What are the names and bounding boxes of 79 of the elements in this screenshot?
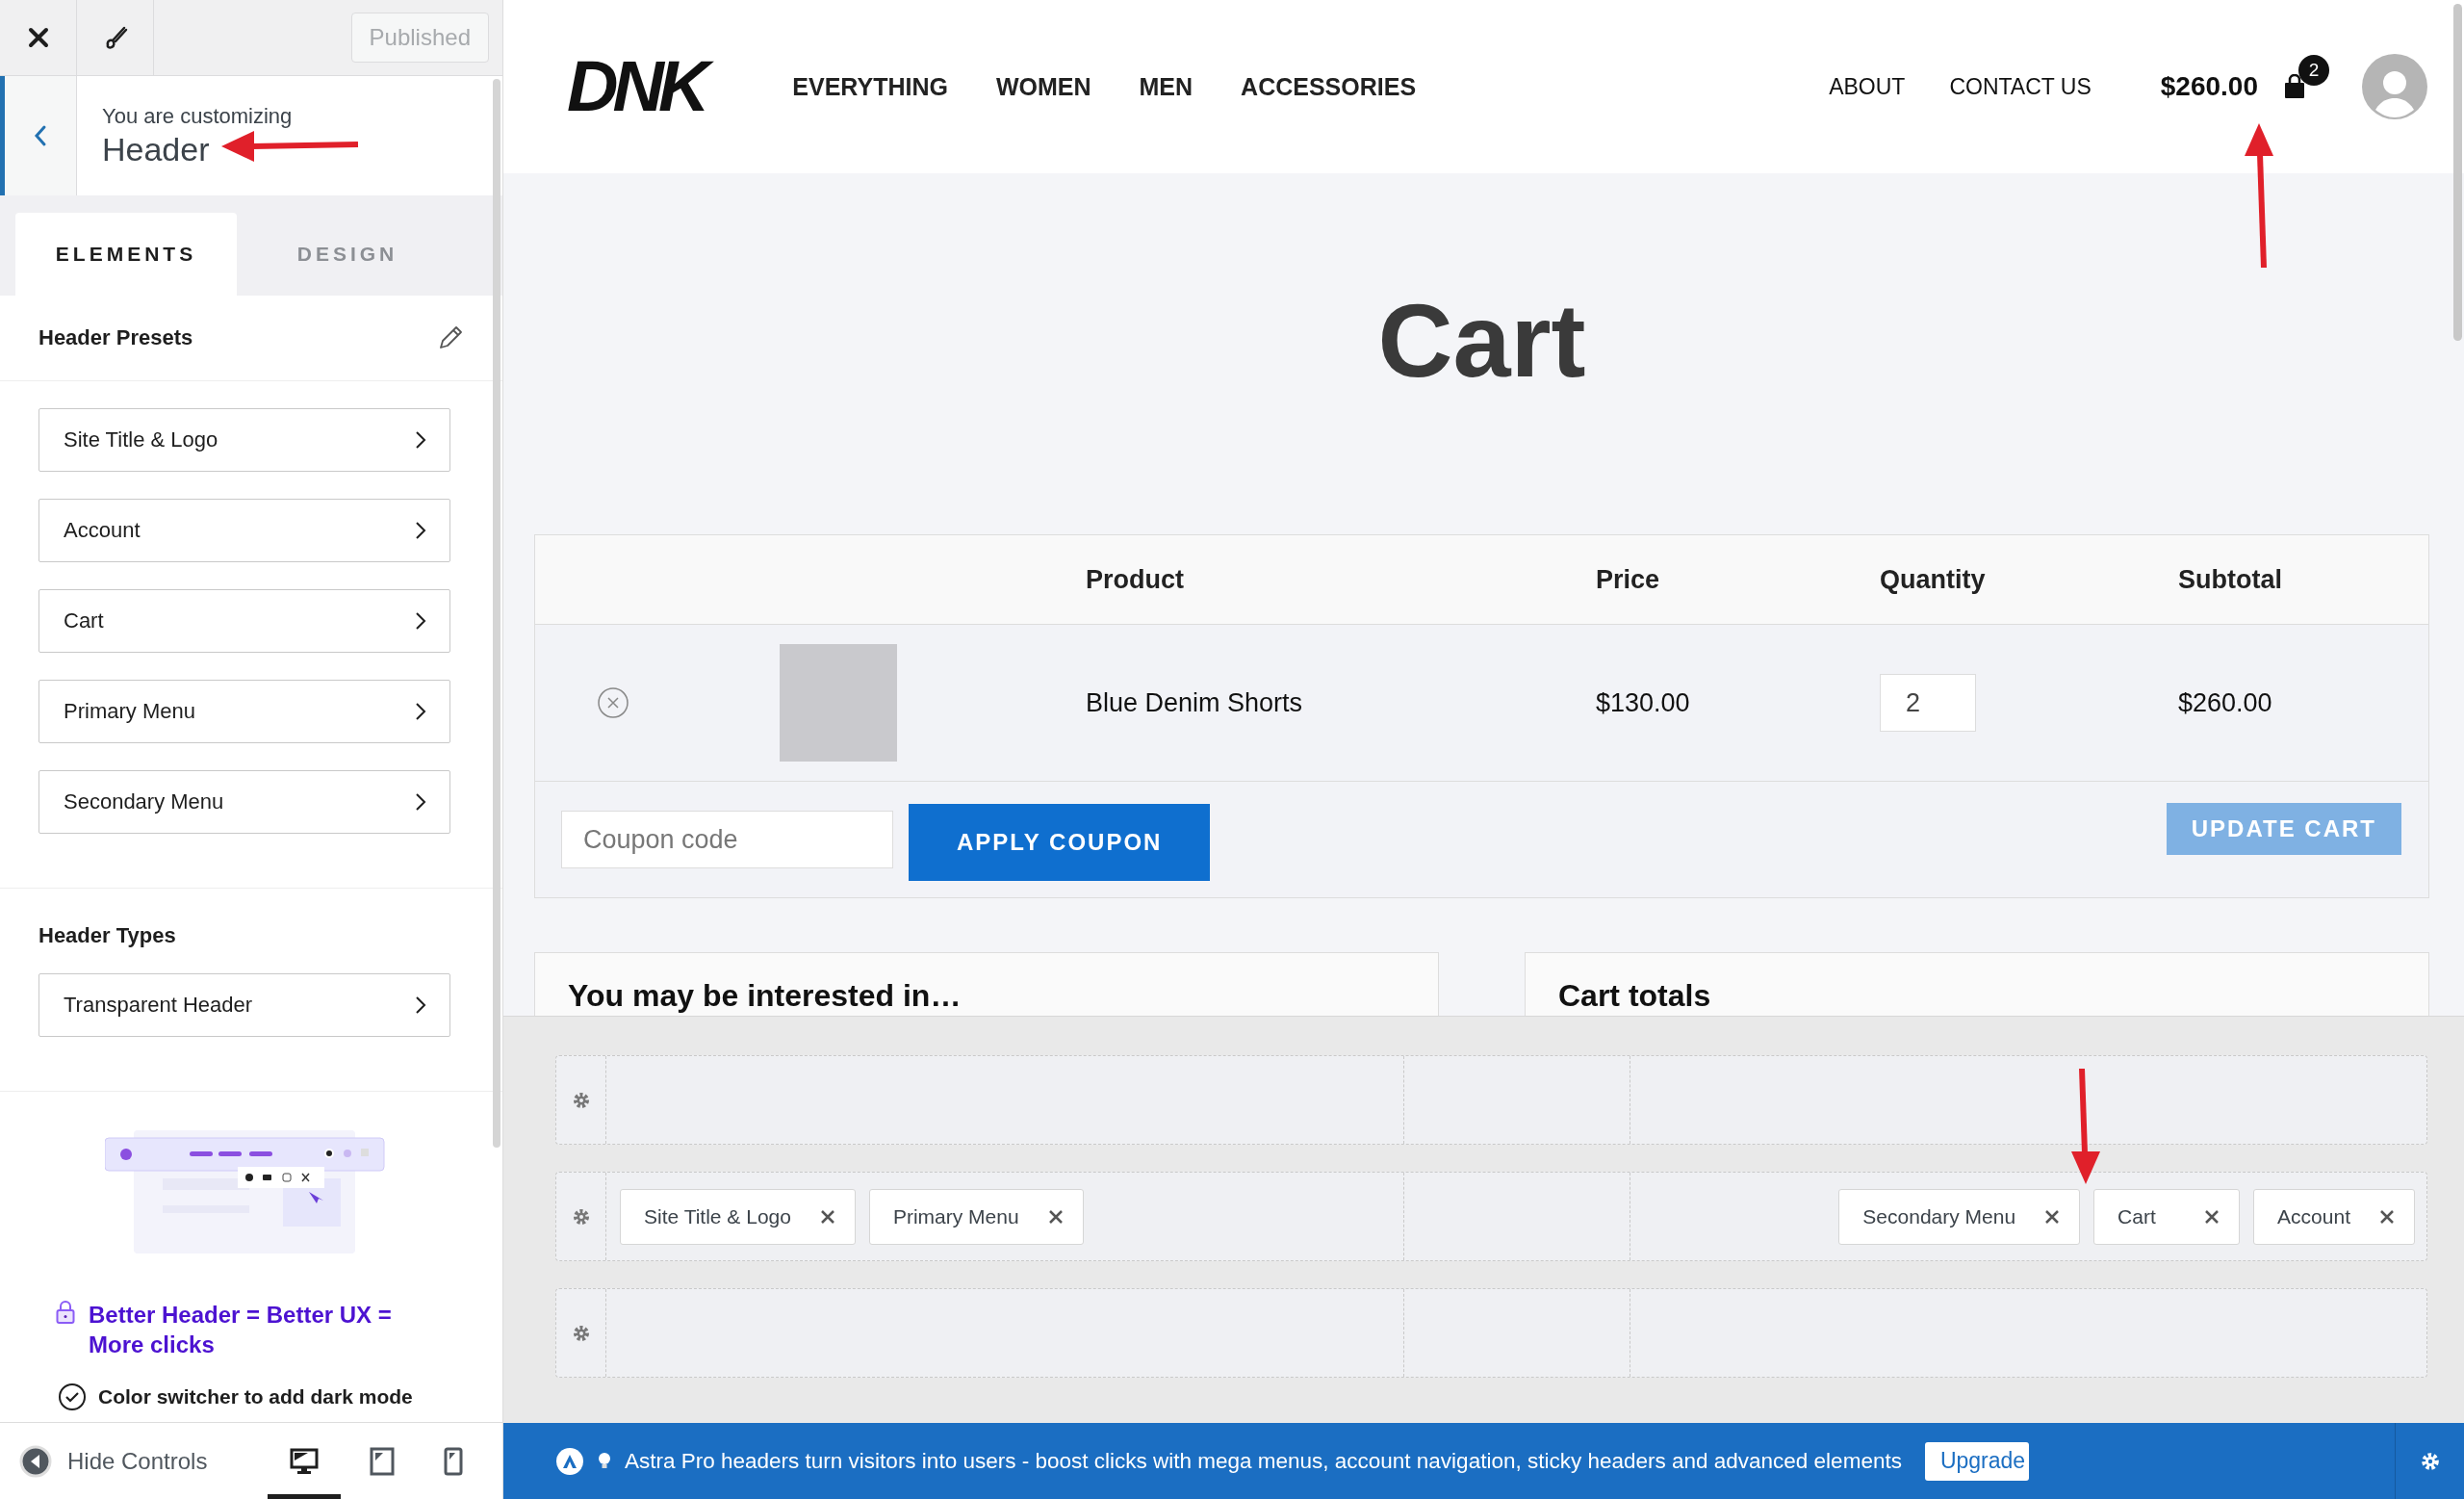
collapse-icon: [19, 1444, 52, 1478]
settings-icon[interactable]: [571, 1206, 591, 1227]
back-button[interactable]: [0, 76, 77, 195]
mobile-icon: [444, 1446, 463, 1476]
preset-item[interactable]: Cart: [38, 589, 450, 653]
tab[interactable]: ELEMENTS: [15, 213, 237, 296]
preset-item[interactable]: Account: [38, 499, 450, 562]
close-icon[interactable]: [2204, 1208, 2220, 1225]
feature-text: Color switcher to add dark mode: [98, 1385, 413, 1409]
chip-label: Cart: [2118, 1204, 2157, 1228]
scrollbar-thumb[interactable]: [2453, 4, 2462, 341]
cart-total[interactable]: $260.00: [2160, 71, 2258, 102]
column-header: Price: [1596, 564, 1661, 595]
product-name[interactable]: Blue Denim Shorts: [1086, 687, 1596, 718]
chevron-right-icon: [415, 430, 426, 450]
site-logo[interactable]: DNK: [563, 43, 718, 130]
chevron-left-icon: [33, 124, 48, 147]
upgrade-link[interactable]: Better Header = Better UX = More clicks: [89, 1300, 406, 1359]
header-type-item[interactable]: Transparent Header: [38, 973, 450, 1037]
preset-item[interactable]: Site Title & Logo: [38, 408, 450, 472]
close-icon[interactable]: [2044, 1208, 2061, 1225]
logo-icon: [555, 1446, 584, 1476]
nav-link[interactable]: ABOUT: [1829, 73, 1906, 100]
coupon-field[interactable]: Coupon code: [561, 811, 893, 868]
chevron-right-icon: [415, 995, 426, 1015]
card-title: Cart totals: [1558, 978, 1711, 1013]
column-header: Subtotal: [2178, 564, 2283, 595]
chip-label: Primary Menu: [892, 1204, 1019, 1228]
page-title: Cart: [1376, 289, 1587, 401]
element-chip[interactable]: Account: [2253, 1188, 2415, 1245]
shopping-bag-icon[interactable]: [2283, 74, 2306, 99]
section-heading: Header Presets: [38, 325, 193, 350]
close-icon[interactable]: [1047, 1208, 1064, 1225]
apply-coupon-button[interactable]: APPLY COUPON: [909, 804, 1211, 881]
tablet-icon: [370, 1446, 395, 1476]
chevron-right-icon: [415, 792, 426, 812]
nav-link[interactable]: WOMEN: [995, 72, 1091, 101]
upgrade-button[interactable]: Upgrade: [1924, 1441, 2030, 1481]
chevron-right-icon: [415, 521, 426, 540]
preset-item[interactable]: Primary Menu: [38, 680, 450, 743]
column-header: Product: [1086, 564, 1185, 595]
price-cell-text: $130.00: [1596, 687, 1691, 718]
close-icon[interactable]: [2379, 1208, 2395, 1225]
customizing-caption: You are customizing: [102, 103, 293, 129]
settings-icon[interactable]: [571, 1323, 591, 1343]
element-chip[interactable]: Site Title & Logo: [620, 1188, 856, 1245]
section-title: Header: [102, 130, 210, 168]
remove-icon[interactable]: [597, 686, 629, 719]
card-title: You may be interested in…: [568, 978, 962, 1013]
chevron-right-icon: [415, 611, 426, 631]
cart-count-badge: 2: [2298, 55, 2329, 86]
scrollbar-thumb[interactable]: [493, 79, 500, 1148]
pencil-icon[interactable]: [437, 324, 464, 351]
notice-text: Astra Pro headers turn visitors into users - boost clicks with mega menus, account navigation, sticky headers and advanced elements: [625, 1448, 1902, 1474]
subtotal-cell-text: $260.00: [2178, 687, 2273, 718]
close-icon: [27, 27, 49, 48]
chip-label: Account: [2277, 1204, 2350, 1228]
settings-icon[interactable]: [571, 1090, 591, 1110]
check-circle-icon: [58, 1383, 87, 1411]
desktop-icon: [290, 1446, 319, 1476]
nav-link[interactable]: MEN: [1139, 72, 1194, 101]
settings-icon: [2419, 1450, 2441, 1472]
nav-link[interactable]: ACCESSORIES: [1241, 72, 1417, 101]
nav-link[interactable]: EVERYTHING: [792, 72, 948, 101]
close-icon[interactable]: [819, 1208, 835, 1225]
element-chip[interactable]: Cart: [2093, 1188, 2241, 1245]
chip-label: Secondary Menu: [1862, 1204, 2016, 1228]
lightbulb-icon: [598, 1451, 611, 1471]
lock-icon: [56, 1300, 75, 1325]
quantity-field[interactable]: 2: [1880, 674, 1976, 732]
nav-link[interactable]: CONTACT US: [1949, 73, 2092, 100]
hide-controls-button[interactable]: Hide Controls: [19, 1444, 208, 1478]
element-chip[interactable]: Primary Menu: [868, 1188, 1084, 1245]
column-header: Quantity: [1880, 564, 1987, 595]
section-heading: Header Types: [38, 923, 177, 948]
preset-item[interactable]: Secondary Menu: [38, 770, 450, 834]
chip-label: Site Title & Logo: [644, 1204, 791, 1228]
element-chip[interactable]: Secondary Menu: [1838, 1188, 2081, 1245]
chevron-right-icon: [415, 702, 426, 721]
